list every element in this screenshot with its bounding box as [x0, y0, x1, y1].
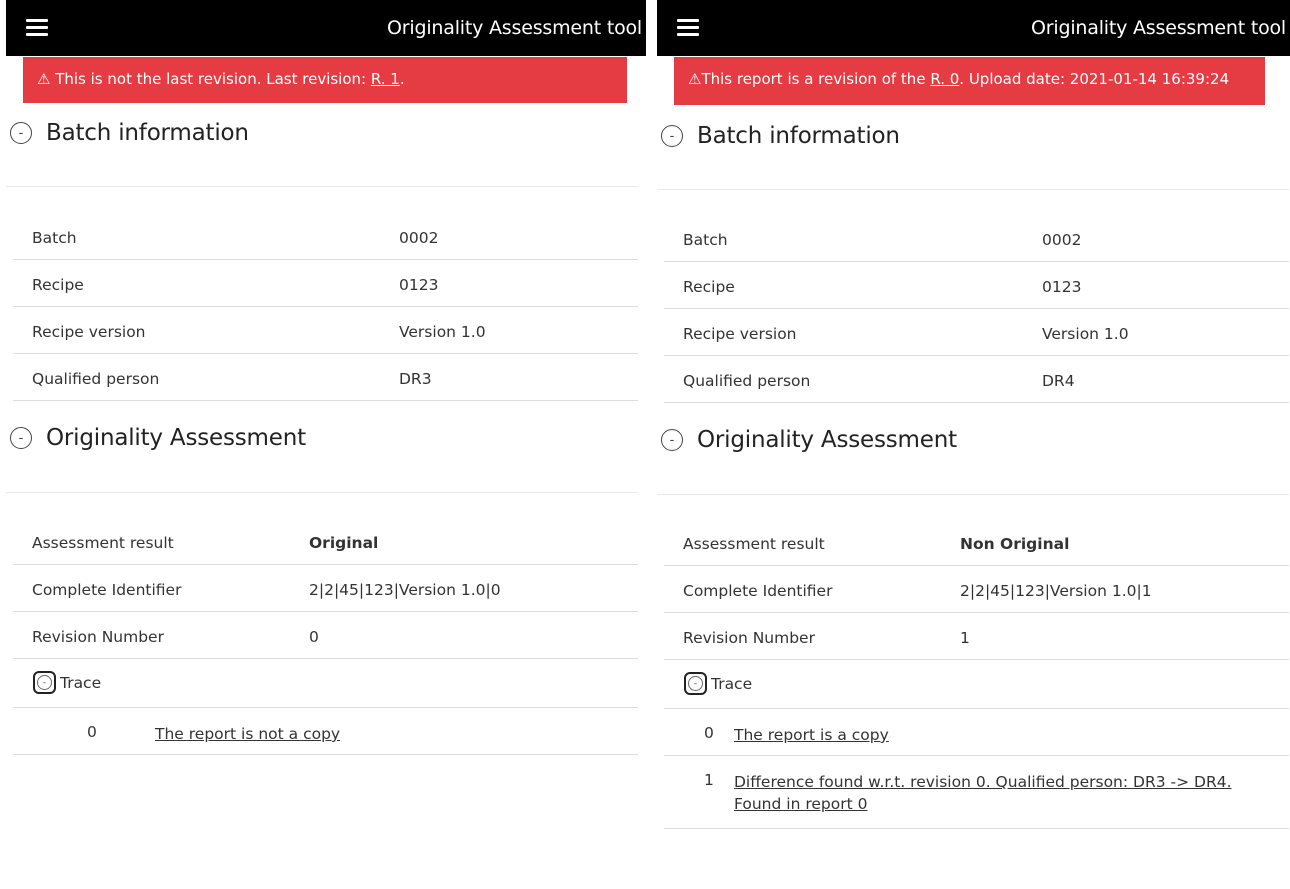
batch-table: Batch 0002 Recipe 0123 Recipe version Versi…: [664, 215, 1289, 403]
assessment-section-header: - Originality Assessment: [10, 422, 306, 454]
app-title: Originality Assessment tool: [1031, 17, 1286, 39]
list-item: 0 The report is not a copy: [13, 708, 638, 755]
table-row: Complete Identifier 2|2|45|123|Version 1.…: [13, 565, 638, 612]
collapse-toggle-icon[interactable]: -: [661, 125, 683, 147]
section-title: Originality Assessment: [46, 425, 306, 451]
trace-header: - Trace: [13, 659, 638, 708]
list-item: 0 The report is a copy: [664, 709, 1289, 756]
divider: [657, 494, 1289, 495]
divider: [657, 189, 1289, 190]
trace-link[interactable]: Difference found w.r.t. revision 0. Qual…: [734, 771, 1232, 815]
table-row: Recipe version Version 1.0: [13, 307, 638, 354]
top-bar: Originality Assessment tool: [6, 0, 646, 56]
last-revision-link[interactable]: R. 1: [371, 70, 400, 88]
divider: [6, 186, 638, 187]
trace-link[interactable]: The report is a copy: [734, 724, 889, 746]
table-row: Qualified person DR4: [664, 356, 1289, 403]
table-row: Batch 0002: [13, 213, 638, 260]
collapse-toggle-icon[interactable]: -: [661, 429, 683, 451]
table-row: Assessment result Original: [13, 518, 638, 565]
batch-section-header: - Batch information: [10, 117, 249, 149]
table-row: Batch 0002: [664, 215, 1289, 262]
batch-section-header: - Batch information: [661, 120, 900, 152]
assessment-section-header: - Originality Assessment: [661, 424, 957, 456]
banner-text: ⚠ This is not the last revision. Last re…: [37, 70, 371, 88]
section-title: Batch information: [697, 123, 900, 149]
collapse-toggle-icon[interactable]: -: [10, 427, 32, 449]
table-row: Qualified person DR3: [13, 354, 638, 401]
hamburger-menu-icon[interactable]: [677, 19, 699, 37]
trace-toggle-icon[interactable]: -: [33, 671, 56, 694]
trace-toggle-icon[interactable]: -: [684, 672, 707, 695]
assessment-table: Assessment result Non Original Complete I…: [664, 519, 1289, 829]
table-row: Recipe version Version 1.0: [664, 309, 1289, 356]
divider: [6, 492, 638, 493]
assessment-table: Assessment result Original Complete Ident…: [13, 518, 638, 755]
left-report-panel: Originality Assessment tool ⚠ This is no…: [6, 0, 646, 889]
revision-warning-banner: ⚠ This is not the last revision. Last re…: [23, 57, 627, 103]
app-title: Originality Assessment tool: [387, 17, 642, 39]
list-item: 1 Difference found w.r.t. revision 0. Qu…: [664, 756, 1289, 829]
top-bar: Originality Assessment tool: [657, 0, 1290, 56]
collapse-toggle-icon[interactable]: -: [10, 122, 32, 144]
assessment-result-value: Non Original: [960, 535, 1070, 553]
right-report-panel: Originality Assessment tool ⚠This report…: [657, 0, 1290, 889]
batch-table: Batch 0002 Recipe 0123 Recipe version Versi…: [13, 213, 638, 401]
trace-header: - Trace: [664, 660, 1289, 709]
banner-text: ⚠This report is a revision of the: [688, 70, 931, 88]
revision-info-banner: ⚠This report is a revision of the R. 0. …: [674, 57, 1265, 105]
table-row: Revision Number 0: [13, 612, 638, 659]
section-title: Batch information: [46, 120, 249, 146]
table-row: Revision Number 1: [664, 613, 1289, 660]
section-title: Originality Assessment: [697, 427, 957, 453]
previous-revision-link[interactable]: R. 0: [930, 70, 959, 88]
hamburger-menu-icon[interactable]: [26, 19, 48, 37]
table-row: Assessment result Non Original: [664, 519, 1289, 566]
assessment-result-value: Original: [309, 534, 379, 552]
trace-link[interactable]: The report is not a copy: [155, 723, 340, 745]
table-row: Complete Identifier 2|2|45|123|Version 1.…: [664, 566, 1289, 613]
table-row: Recipe 0123: [13, 260, 638, 307]
table-row: Recipe 0123: [664, 262, 1289, 309]
